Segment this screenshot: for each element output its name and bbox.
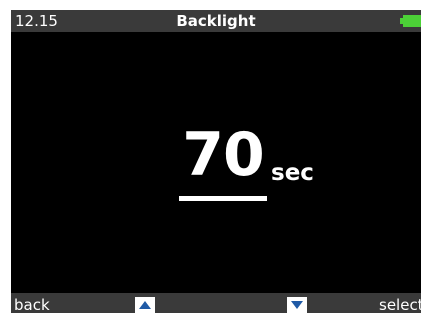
arrow-down-icon[interactable] [287,297,307,313]
status-bar: 12.15 Backlight [11,10,421,32]
device-frame: 12.15 Backlight 70 sec back select [0,0,421,313]
page-title: Backlight [176,12,256,30]
battery-full-icon [400,15,421,27]
screen: 12.15 Backlight 70 sec back select [11,10,421,313]
value-cursor-underline [179,196,267,201]
select-softkey[interactable]: select [379,293,421,313]
softkey-bar: back select [11,293,421,313]
backlight-value: 70 [182,120,265,190]
backlight-value-display[interactable]: 70 sec [179,120,314,203]
back-softkey[interactable]: back [14,293,50,313]
backlight-unit: sec [271,160,314,186]
battery-body [403,15,421,27]
arrow-up-icon[interactable] [135,297,155,313]
